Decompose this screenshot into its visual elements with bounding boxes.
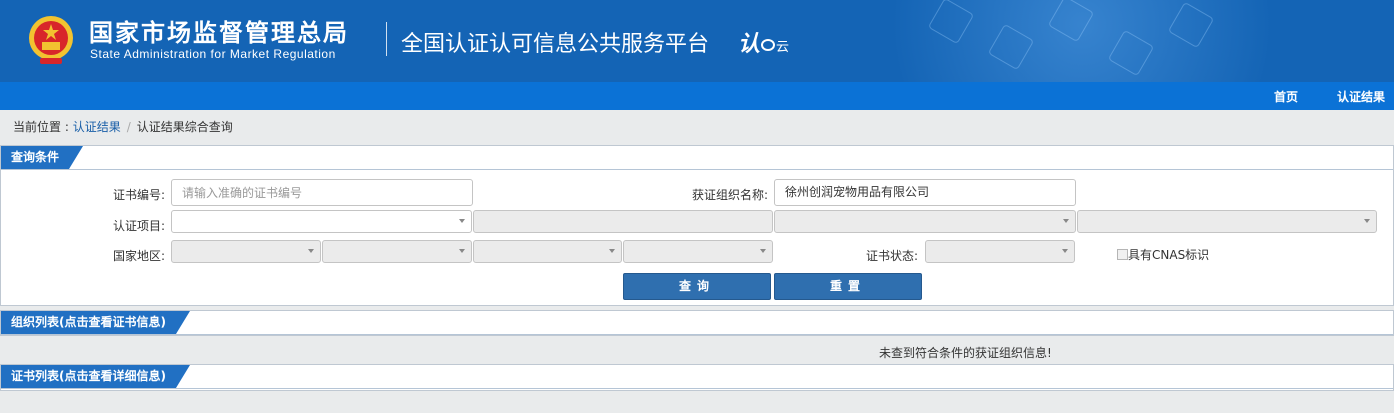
cert-list-title: 证书列表(点击查看详细信息) bbox=[1, 365, 190, 388]
region-select-2[interactable] bbox=[322, 240, 472, 263]
reset-button[interactable]: 重置 bbox=[774, 273, 922, 300]
org-list-title: 组织列表(点击查看证书信息) bbox=[1, 311, 190, 334]
platform-logo: 认云 bbox=[738, 26, 789, 58]
project-label: 认证项目: bbox=[113, 219, 166, 233]
region-select-4[interactable] bbox=[623, 240, 773, 263]
chevron-down-icon bbox=[1364, 219, 1370, 223]
platform-name: 全国认证认可信息公共服务平台 bbox=[401, 32, 710, 57]
breadcrumb-prefix: 当前位置 : bbox=[13, 120, 73, 134]
query-panel-header: 查询条件 bbox=[1, 146, 1393, 170]
logo-swirl-icon bbox=[761, 39, 776, 51]
logo-text-main: 认 bbox=[738, 32, 761, 57]
region-select-3[interactable] bbox=[473, 240, 622, 263]
breadcrumb-link-cert-results[interactable]: 认证结果 bbox=[73, 120, 121, 134]
site-header: 国家市场监督管理总局 State Administration for Mark… bbox=[0, 0, 1394, 82]
chevron-down-icon bbox=[609, 249, 615, 253]
org-name-label: 获证组织名称: bbox=[692, 188, 769, 202]
project-select-level1[interactable] bbox=[171, 210, 472, 233]
cnas-checkbox[interactable] bbox=[1117, 249, 1128, 260]
org-list-panel: 组织列表(点击查看证书信息) bbox=[0, 310, 1394, 336]
chevron-down-icon bbox=[459, 249, 465, 253]
chevron-down-icon bbox=[1063, 219, 1069, 223]
project-select-level4[interactable] bbox=[1077, 210, 1377, 233]
cert-list-panel: 证书列表(点击查看详细信息) bbox=[0, 364, 1394, 391]
chevron-down-icon bbox=[1062, 249, 1068, 253]
cnas-checkbox-label: 具有CNAS标识 bbox=[1128, 248, 1210, 262]
project-select-level2[interactable] bbox=[473, 210, 773, 233]
nav-home[interactable]: 首页 bbox=[1274, 88, 1298, 105]
agency-title: 国家市场监督管理总局 bbox=[89, 19, 349, 47]
national-emblem-icon bbox=[29, 16, 73, 64]
org-name-input[interactable]: 徐州创润宠物用品有限公司 bbox=[774, 179, 1076, 206]
breadcrumb-separator: / bbox=[126, 120, 131, 134]
nav-cert-results[interactable]: 认证结果 bbox=[1337, 88, 1385, 105]
breadcrumb: 当前位置 : 认证结果 / 认证结果综合查询 bbox=[13, 118, 233, 135]
cnas-checkbox-group[interactable]: 具有CNAS标识 bbox=[1117, 246, 1209, 263]
cert-no-label: 证书编号: bbox=[113, 188, 166, 202]
cert-no-input[interactable] bbox=[171, 179, 473, 206]
logo-text-small: 云 bbox=[776, 40, 790, 55]
org-list-empty-message: 未查到符合条件的获证组织信息! bbox=[879, 346, 1052, 360]
top-navbar: 首页 认证结果 bbox=[0, 82, 1394, 110]
region-select-1[interactable] bbox=[171, 240, 321, 263]
chevron-down-icon bbox=[459, 219, 465, 223]
status-label: 证书状态: bbox=[866, 249, 919, 263]
status-select[interactable] bbox=[925, 240, 1075, 263]
project-select-level3[interactable] bbox=[774, 210, 1076, 233]
chevron-down-icon bbox=[760, 249, 766, 253]
agency-title-english: State Administration for Market Regulati… bbox=[90, 47, 336, 61]
query-button[interactable]: 查询 bbox=[623, 273, 771, 300]
breadcrumb-current: 认证结果综合查询 bbox=[136, 120, 233, 134]
org-list-header: 组织列表(点击查看证书信息) bbox=[1, 311, 1393, 335]
header-decoration bbox=[874, 0, 1394, 82]
header-divider bbox=[386, 22, 387, 56]
query-panel-title: 查询条件 bbox=[1, 146, 83, 169]
chevron-down-icon bbox=[308, 249, 314, 253]
region-label: 国家地区: bbox=[113, 249, 166, 263]
cert-list-header: 证书列表(点击查看详细信息) bbox=[1, 365, 1393, 389]
